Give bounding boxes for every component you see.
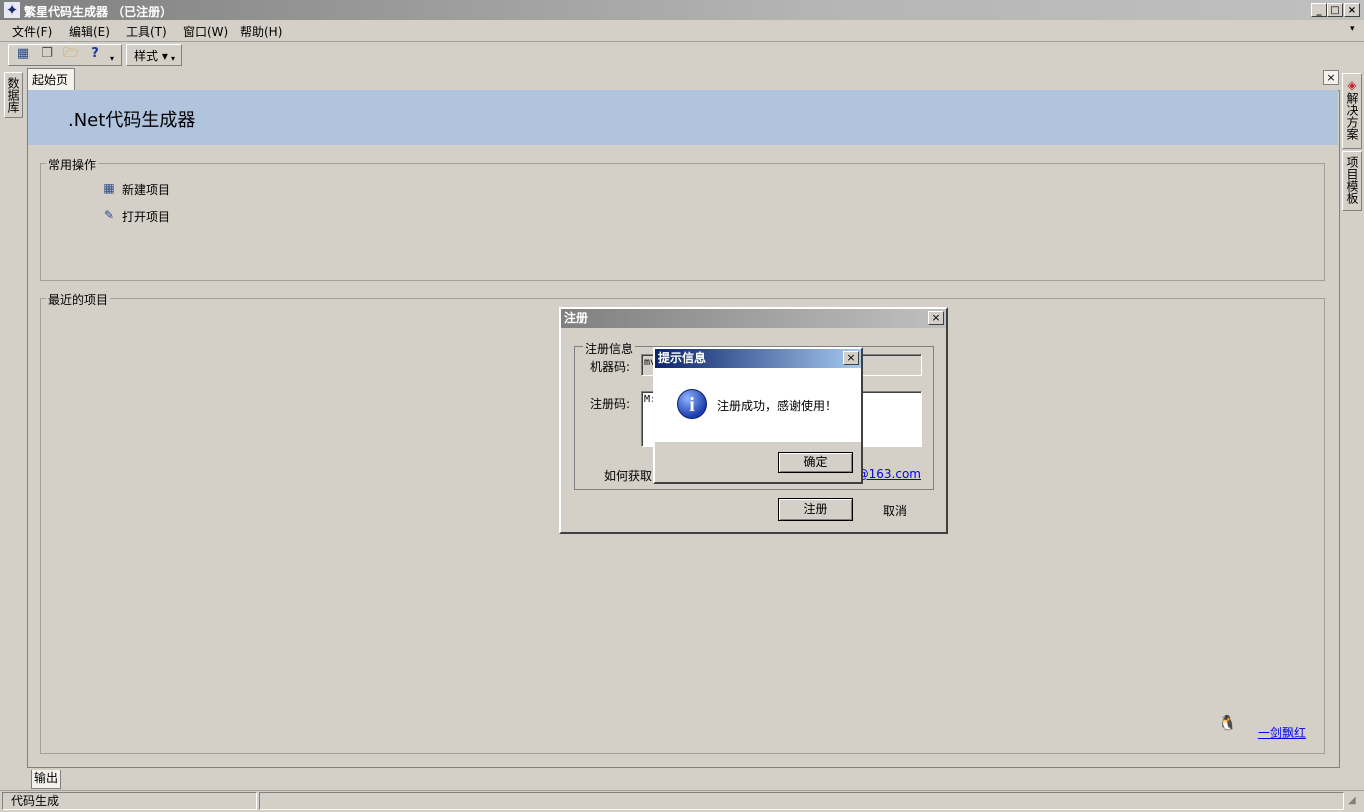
menu-file[interactable]: 文件(F) [12, 23, 52, 40]
menu-overflow-icon[interactable]: ▾ [1350, 24, 1355, 34]
cancel-button[interactable]: 取消 [883, 502, 907, 519]
style-overflow-icon[interactable]: ▾ [171, 54, 175, 63]
help-dropdown-icon[interactable]: ▾ [110, 54, 114, 63]
common-operations-group [40, 163, 1325, 281]
tab-database[interactable]: 数据库 [4, 72, 23, 118]
register-button[interactable]: 注册 [778, 498, 853, 521]
new-file-icon[interactable]: ▦ [14, 45, 32, 63]
menu-bar: 文件(F) 编辑(E) 工具(T) 窗口(W) 帮助(H) ▾ [0, 20, 1364, 42]
resize-grip-icon[interactable]: ◢ [1348, 795, 1356, 806]
tab-project-template[interactable]: 项目模板 [1342, 151, 1362, 211]
status-bar: 代码生成 ◢ [0, 790, 1364, 812]
menu-window[interactable]: 窗口(W) [183, 23, 228, 40]
status-right [259, 792, 1344, 810]
tab-solution[interactable]: ◈解决方案 [1342, 73, 1362, 149]
open-folder-icon[interactable]: 🗁 [62, 45, 80, 63]
machine-code-label: 机器码: [590, 360, 631, 374]
message-dialog-title: 提示信息 [655, 349, 861, 368]
status-left: 代码生成 [2, 792, 257, 810]
author-link[interactable]: 一剑飘红 [1258, 724, 1306, 741]
recent-projects-label: 最近的项目 [46, 291, 111, 308]
new-project-link[interactable]: 新建项目 [122, 181, 170, 198]
register-dialog-close-icon[interactable]: × [928, 311, 944, 325]
minimize-button[interactable]: _ [1311, 3, 1327, 17]
register-code-label: 注册码: [590, 397, 631, 411]
window-title: 繁星代码生成器 （已注册） [24, 5, 173, 19]
qq-icon: 🐧 [1218, 714, 1237, 732]
help-icon[interactable]: ? [86, 45, 104, 63]
menu-edit[interactable]: 编辑(E) [69, 23, 110, 40]
open-project-icon[interactable]: ✎ [101, 207, 117, 223]
title-bar: ✦ 繁星代码生成器 （已注册） _ □ × [0, 0, 1364, 20]
register-info-label: 注册信息 [583, 340, 636, 357]
banner [28, 90, 1338, 145]
ok-button[interactable]: 确定 [778, 452, 853, 473]
register-dialog-title: 注册 [561, 309, 946, 328]
menu-help[interactable]: 帮助(H) [240, 23, 282, 40]
solution-icon: ◈ [1345, 78, 1359, 92]
message-dialog-close-icon[interactable]: × [843, 351, 859, 365]
style-dropdown[interactable]: 样式 ▾ [134, 47, 168, 64]
toolbar: ▦ ❐ 🗁 ? ▾ 样式 ▾ ▾ [0, 42, 1364, 68]
menu-tools[interactable]: 工具(T) [126, 23, 167, 40]
open-project-link[interactable]: 打开项目 [122, 208, 170, 225]
how-to-get-text: 如何获取 [604, 469, 653, 483]
document-tab-bar: 起始页 × [27, 68, 1340, 90]
common-operations-label: 常用操作 [46, 156, 99, 173]
message-dialog: 提示信息 × i 注册成功，感谢使用！ 确定 [653, 347, 863, 484]
document-close-icon[interactable]: × [1323, 70, 1339, 85]
tab-start-page[interactable]: 起始页 [27, 68, 75, 90]
left-dock [0, 68, 27, 790]
close-button[interactable]: × [1344, 3, 1360, 17]
message-text: 注册成功，感谢使用！ [717, 399, 838, 413]
app-star-icon: ✦ [4, 1, 20, 19]
copy-window-icon[interactable]: ❐ [38, 45, 56, 63]
info-icon: i [677, 389, 707, 419]
maximize-button[interactable]: □ [1327, 3, 1343, 17]
new-project-icon[interactable]: ▦ [101, 180, 117, 196]
banner-title: .Net代码生成器 [68, 110, 196, 131]
tab-output[interactable]: 输出 [31, 770, 61, 789]
